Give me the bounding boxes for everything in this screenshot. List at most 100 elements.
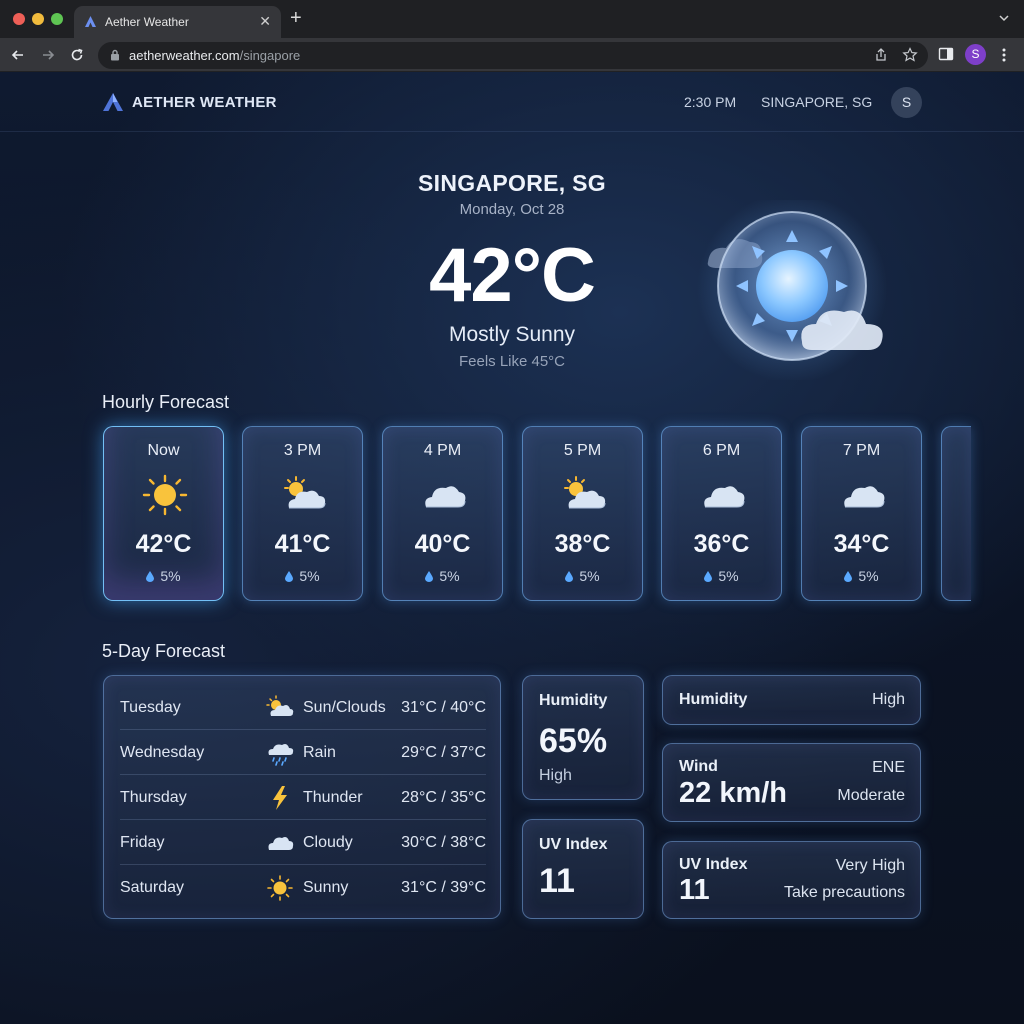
- current-date: Monday, Oct 28: [459, 201, 565, 218]
- cloud-icon: [844, 486, 885, 508]
- hour-time: Now: [147, 442, 180, 459]
- hour-card-5pm[interactable]: 5 PM 38°C 5%: [522, 426, 643, 601]
- close-window-button[interactable]: [13, 13, 25, 25]
- raindrop-icon: [704, 571, 713, 582]
- partly-cloudy-icon: [284, 476, 326, 509]
- hour-card-now[interactable]: Now 42°C 5%: [103, 426, 224, 601]
- new-tab-button[interactable]: +: [290, 8, 302, 28]
- hour-precipitation: 5%: [802, 568, 921, 584]
- partly-cloudy-icon: [266, 695, 294, 716]
- day-name: Thursday: [120, 789, 187, 806]
- day-temperature-range: 31°C / 39°C: [401, 879, 486, 896]
- maximize-window-button[interactable]: [51, 13, 63, 25]
- site-header: AETHER WEATHER 2:30 PM SINGAPORE, SG S: [0, 72, 1024, 132]
- sun-cloud-orb-icon: [697, 200, 887, 380]
- day-condition: Sun/Clouds: [303, 699, 386, 716]
- sun-icon: [267, 875, 293, 901]
- hour-temperature: 38°C: [554, 530, 611, 558]
- day-condition: Cloudy: [303, 834, 353, 851]
- share-icon[interactable]: [873, 47, 889, 63]
- reload-button[interactable]: [66, 44, 88, 66]
- address-bar[interactable]: aetherweather.com/singapore: [98, 42, 928, 69]
- day-name: Wednesday: [120, 744, 205, 761]
- day-name: Friday: [120, 834, 165, 851]
- day-row-tuesday[interactable]: Tuesday Sun/Clouds 31°C / 40°C: [120, 686, 486, 730]
- row-divider: [120, 729, 486, 730]
- hour-card-3pm[interactable]: 3 PM 41°C 5%: [242, 426, 363, 601]
- back-button[interactable]: [7, 44, 29, 66]
- raindrop-icon: [146, 571, 155, 582]
- more-menu-icon[interactable]: [998, 47, 1010, 63]
- user-avatar[interactable]: S: [891, 87, 922, 118]
- uv-index-row-card[interactable]: UV Index 11 Very High Take precautions: [662, 841, 921, 919]
- wind-card[interactable]: Wind 22 km/h ENE Moderate: [662, 743, 921, 822]
- humidity-row-card[interactable]: Humidity High: [662, 675, 921, 725]
- hour-temperature: 34°C: [833, 530, 890, 558]
- wind-level: Moderate: [837, 787, 905, 804]
- hour-card-7pm[interactable]: 7 PM 34°C 5%: [801, 426, 922, 601]
- close-tab-icon[interactable]: ✕: [259, 13, 271, 30]
- brand-logo-icon: [103, 93, 123, 111]
- day-condition: Rain: [303, 744, 336, 761]
- five-day-forecast-panel: Tuesday Sun/Clouds 31°C / 40°C Wednesday…: [103, 675, 501, 919]
- day-condition: Sunny: [303, 879, 349, 896]
- bookmark-star-icon[interactable]: [902, 47, 918, 63]
- hour-time: 6 PM: [702, 442, 741, 459]
- day-row-saturday[interactable]: Saturday Sunny 31°C / 39°C: [120, 866, 486, 910]
- cloud-icon: [425, 486, 466, 508]
- uv-index-card[interactable]: UV Index 11: [522, 819, 644, 919]
- cloud-icon: [704, 486, 745, 508]
- humidity-card[interactable]: Humidity 65% High: [522, 675, 644, 800]
- hour-card-next-partial[interactable]: [941, 426, 971, 601]
- cloud-icon: [268, 837, 294, 850]
- day-row-thursday[interactable]: Thursday Thunder 28°C / 35°C: [120, 776, 486, 820]
- tab-title: Aether Weather: [105, 15, 189, 29]
- hour-precipitation: 5%: [662, 568, 781, 584]
- uv-row-title: UV Index: [679, 856, 748, 873]
- current-city: SINGAPORE, SG: [418, 170, 606, 196]
- chevron-down-icon[interactable]: [998, 12, 1010, 24]
- lightning-icon: [273, 786, 287, 810]
- humidity-title: Humidity: [539, 692, 608, 709]
- hour-card-6pm[interactable]: 6 PM 36°C 5%: [661, 426, 782, 601]
- partly-cloudy-icon: [564, 476, 606, 509]
- raindrop-icon: [425, 571, 434, 582]
- day-name: Tuesday: [120, 699, 181, 716]
- hour-card-4pm[interactable]: 4 PM 40°C 5%: [382, 426, 503, 601]
- day-temperature-range: 29°C / 37°C: [401, 744, 486, 761]
- five-day-forecast-title: 5-Day Forecast: [102, 641, 226, 661]
- hour-time: 3 PM: [283, 442, 322, 459]
- current-condition: Mostly Sunny: [448, 323, 576, 346]
- favicon-icon: [85, 16, 96, 27]
- uv-row-level: Very High: [835, 857, 905, 874]
- minimize-window-button[interactable]: [32, 13, 44, 25]
- side-panel-icon[interactable]: [938, 46, 954, 62]
- humidity-row-level: High: [872, 691, 905, 708]
- row-divider: [120, 864, 486, 865]
- hour-precipitation: 5%: [104, 568, 223, 584]
- browser-tab[interactable]: Aether Weather ✕: [74, 6, 281, 38]
- raindrop-icon: [285, 571, 294, 582]
- day-temperature-range: 31°C / 40°C: [401, 699, 486, 716]
- hourly-forecast-title: Hourly Forecast: [102, 392, 230, 412]
- browser-toolbar: aetherweather.com/singapore: [0, 38, 1024, 72]
- arrow-right-icon: [43, 50, 55, 60]
- day-temperature-range: 30°C / 38°C: [401, 834, 486, 851]
- browser-profile-avatar[interactable]: S: [965, 44, 986, 65]
- humidity-level: High: [539, 767, 572, 784]
- day-condition: Thunder: [303, 789, 363, 806]
- hour-time: 7 PM: [842, 442, 881, 459]
- hour-temperature: 41°C: [274, 530, 331, 558]
- forward-button[interactable]: [37, 44, 59, 66]
- brand[interactable]: AETHER WEATHER: [102, 92, 277, 112]
- hour-temperature: 36°C: [693, 530, 750, 558]
- uv-index-title: UV Index: [539, 836, 608, 853]
- wind-speed: 22 km/h: [679, 777, 787, 809]
- uv-row-value: 11: [679, 874, 710, 906]
- day-row-friday[interactable]: Friday Cloudy 30°C / 38°C: [120, 821, 486, 865]
- rain-icon: [268, 744, 294, 766]
- header-location[interactable]: SINGAPORE, SG: [761, 94, 872, 110]
- hour-time: 5 PM: [563, 442, 602, 459]
- day-row-wednesday[interactable]: Wednesday Rain 29°C / 37°C: [120, 731, 486, 775]
- lock-icon: [111, 49, 119, 61]
